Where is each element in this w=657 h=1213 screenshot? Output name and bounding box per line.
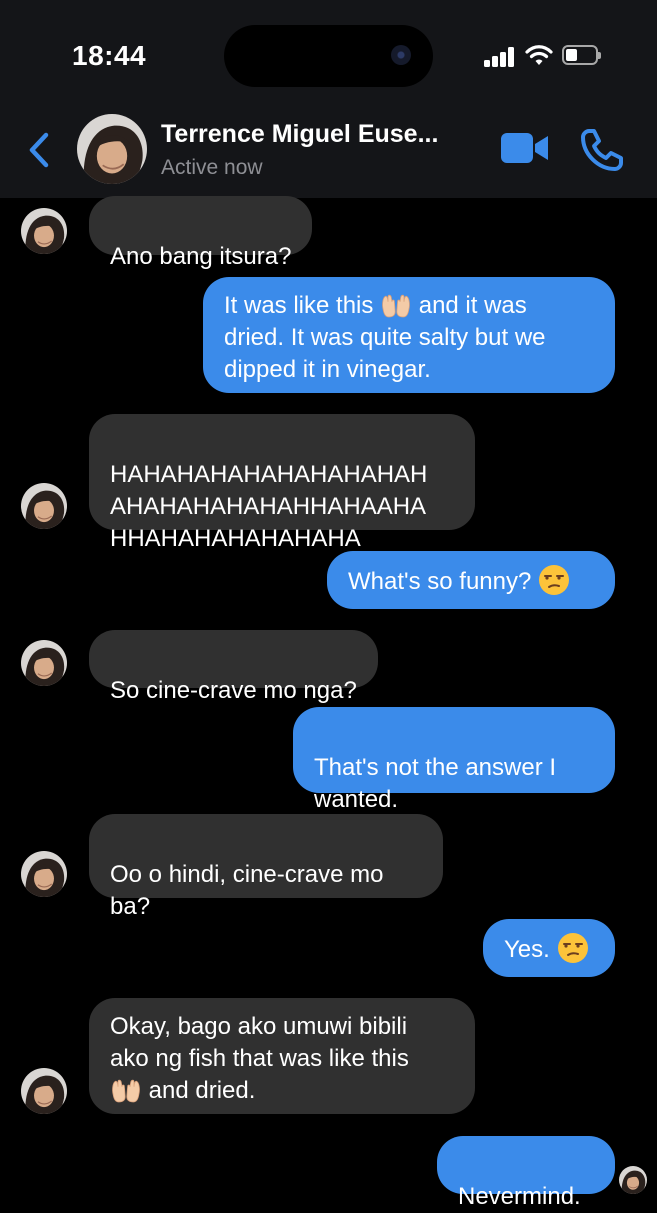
unamused-face-icon [538, 564, 570, 596]
message-bubble-incoming[interactable]: HAHAHAHAHAHAHAHAHAH AHAHAHAHAHAHHAHAAHA … [89, 414, 475, 552]
message-bubble-outgoing[interactable]: It was like this and it was dried. It wa… [203, 277, 615, 393]
message-bubble-incoming[interactable]: So cine-crave mo nga? [89, 630, 378, 704]
cellular-signal-icon [484, 47, 516, 67]
dynamic-island [224, 25, 433, 87]
message-bubble-outgoing[interactable]: Nevermind. [437, 1136, 615, 1210]
message-bubble-outgoing[interactable]: What's so funny? [327, 551, 615, 609]
message-bubble-incoming[interactable]: Okay, bago ako umuwi bibili ako ng fish … [89, 998, 475, 1114]
message-bubble-outgoing[interactable]: That's not the answer I wanted. [293, 707, 615, 813]
sender-avatar[interactable] [21, 851, 67, 897]
back-chevron-icon[interactable] [24, 130, 54, 170]
message-bubble-outgoing[interactable]: Yes. [483, 919, 615, 977]
contact-name[interactable]: Terrence Miguel Euse... [161, 120, 438, 149]
sender-avatar[interactable] [21, 640, 67, 686]
video-call-icon[interactable] [500, 130, 550, 166]
unamused-face-icon [557, 932, 589, 964]
phone-call-icon[interactable] [580, 128, 624, 172]
hands-icon [110, 1077, 142, 1103]
battery-icon [562, 45, 601, 65]
active-status: Active now [161, 156, 263, 179]
sender-avatar[interactable] [21, 208, 67, 254]
clock: 18:44 [72, 40, 147, 71]
message-bubble-incoming[interactable]: Ano bang itsura? [89, 196, 313, 270]
message-bubble-incoming[interactable]: Oo o hindi, cine-crave mo ba? [89, 814, 443, 920]
sender-avatar[interactable] [21, 483, 67, 529]
hands-icon [380, 292, 412, 318]
wifi-icon [525, 45, 553, 65]
chat-header: Terrence Miguel Euse... Active now [0, 100, 657, 198]
contact-avatar[interactable] [77, 114, 147, 184]
read-receipt-avatar [619, 1166, 647, 1194]
status-bar: 18:44 [0, 0, 657, 100]
sender-avatar[interactable] [21, 1068, 67, 1114]
camera-icon [391, 45, 411, 65]
